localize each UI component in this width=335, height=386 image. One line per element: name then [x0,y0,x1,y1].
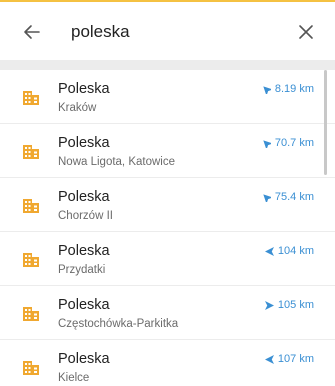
building-icon [23,361,39,375]
result-title: Poleska [58,243,110,259]
building-icon [23,145,39,159]
arrow-left-icon[interactable] [22,22,42,42]
list-item[interactable]: Poleska Nowa Ligota, Katowice 70.7 km [0,124,335,178]
result-subtitle: Kielce [58,372,90,384]
divider-band [0,60,335,70]
list-item[interactable]: Poleska Kraków 8.19 km [0,70,335,124]
result-subtitle: Chorzów II [58,210,113,222]
result-subtitle: Przydatki [58,264,106,276]
close-icon[interactable] [297,23,315,41]
result-title: Poleska [58,189,110,205]
scrollbar[interactable] [324,70,327,175]
distance-value: 75.4 km [274,191,314,203]
result-title: Poleska [58,297,110,313]
direction-arrow-icon [264,354,274,364]
list-item[interactable]: Poleska Przydatki 104 km [0,232,335,286]
result-subtitle: Kraków [58,102,97,114]
result-subtitle: Nowa Ligota, Katowice [58,156,175,168]
list-item[interactable]: Poleska Częstochówka-Parkitka 105 km [0,286,335,340]
result-distance: 8.19 km [262,83,314,95]
distance-value: 70.7 km [274,137,314,149]
distance-value: 8.19 km [274,83,314,95]
building-icon [23,199,39,213]
result-title: Poleska [58,351,110,367]
results-list: Poleska Kraków 8.19 km Poleska Nowa Ligo… [0,70,335,386]
result-title: Poleska [58,135,110,151]
search-input[interactable] [71,18,281,46]
building-icon [23,253,39,267]
result-distance: 75.4 km [262,191,314,203]
list-item[interactable]: Poleska Kielce 107 km [0,340,335,386]
result-distance: 104 km [264,245,314,257]
building-icon [23,91,39,105]
distance-value: 105 km [277,299,314,311]
result-distance: 105 km [264,299,314,311]
direction-arrow-icon [263,85,271,94]
screen: Poleska Kraków 8.19 km Poleska Nowa Ligo… [0,0,335,386]
distance-value: 107 km [277,353,314,365]
direction-arrow-icon [264,300,274,310]
list-item[interactable]: Poleska Chorzów II 75.4 km [0,178,335,232]
result-distance: 107 km [264,353,314,365]
search-bar [0,2,335,60]
result-subtitle: Częstochówka-Parkitka [58,318,179,330]
distance-value: 104 km [277,245,314,257]
result-title: Poleska [58,81,110,97]
direction-arrow-icon [263,139,271,148]
result-distance: 70.7 km [262,137,314,149]
direction-arrow-icon [263,193,271,202]
direction-arrow-icon [264,246,274,256]
building-icon [23,307,39,321]
